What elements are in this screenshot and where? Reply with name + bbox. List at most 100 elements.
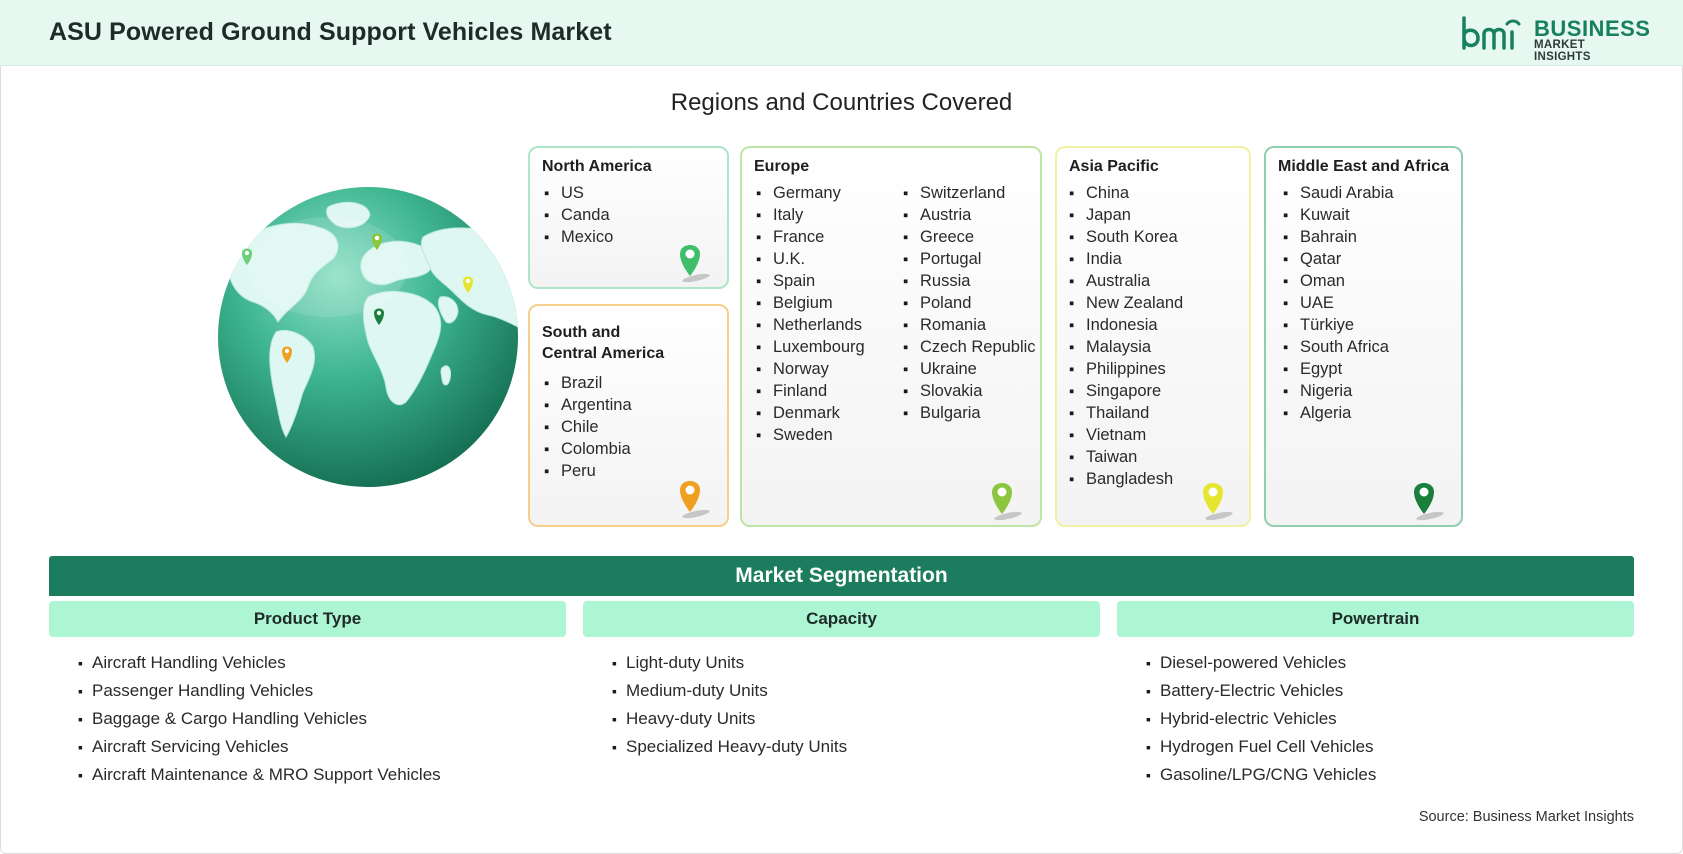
list-item: Diesel-powered Vehicles <box>1146 651 1376 679</box>
list-item: Philippines <box>1069 358 1183 380</box>
list-item: Aircraft Handling Vehicles <box>78 651 441 679</box>
logo-market-insights-text: MARKET INSIGHTS <box>1534 39 1591 63</box>
list-item: Portugal <box>903 248 1036 270</box>
list-item: Aircraft Maintenance & MRO Support Vehic… <box>78 763 441 791</box>
list-item: Vietnam <box>1069 424 1183 446</box>
region-title-europe: Europe <box>754 158 810 175</box>
list-item: Netherlands <box>756 314 865 336</box>
list-item: Colombia <box>544 438 632 460</box>
header: ASU Powered Ground Support Vehicles Mark… <box>0 0 1683 66</box>
list-item: Australia <box>1069 270 1183 292</box>
list-item: Kuwait <box>1283 204 1394 226</box>
segmentation-title: Market Segmentation <box>49 556 1634 596</box>
list-item: Heavy-duty Units <box>612 707 847 735</box>
list-item: China <box>1069 182 1183 204</box>
map-pin-icon <box>992 483 1022 521</box>
region-title-north-america: North America <box>542 158 652 175</box>
region-title-south-central-america: South and Central America <box>542 322 664 364</box>
list-item: India <box>1069 248 1183 270</box>
list-item: Gasoline/LPG/CNG Vehicles <box>1146 763 1376 791</box>
list-item: Switzerland <box>903 182 1036 204</box>
list-item: Greece <box>903 226 1036 248</box>
list-item: Italy <box>756 204 865 226</box>
segment-list-powertrain: Diesel-powered Vehicles Battery-Electric… <box>1146 651 1376 791</box>
region-title-line2: Central America <box>542 345 665 362</box>
map-pin-icon <box>680 481 710 519</box>
list-item: Mexico <box>544 226 613 248</box>
list-item: Qatar <box>1283 248 1394 270</box>
list-item: Brazil <box>544 372 632 394</box>
list-item: Russia <box>903 270 1036 292</box>
region-title-line1: South and <box>542 324 621 341</box>
globe-illustration <box>218 187 518 487</box>
list-item: France <box>756 226 865 248</box>
list-item: Czech Republic <box>903 336 1036 358</box>
list-item: Thailand <box>1069 402 1183 424</box>
map-pin-icon <box>1203 483 1233 521</box>
list-item: Battery-Electric Vehicles <box>1146 679 1376 707</box>
list-item: Indonesia <box>1069 314 1183 336</box>
map-pin-icon <box>680 245 710 283</box>
list-item: Malaysia <box>1069 336 1183 358</box>
country-list-north-america: US Canda Mexico <box>544 182 613 248</box>
list-item: UAE <box>1283 292 1394 314</box>
list-item: South Africa <box>1283 336 1394 358</box>
list-item: New Zealand <box>1069 292 1183 314</box>
list-item: Singapore <box>1069 380 1183 402</box>
region-card-europe: Europe Germany Italy France U.K. Spain B… <box>740 146 1042 527</box>
list-item: Hydrogen Fuel Cell Vehicles <box>1146 735 1376 763</box>
list-item: Austria <box>903 204 1036 226</box>
region-title-asia-pacific: Asia Pacific <box>1069 158 1159 175</box>
list-item: Peru <box>544 460 632 482</box>
list-item: Baggage & Cargo Handling Vehicles <box>78 707 441 735</box>
list-item: Luxembourg <box>756 336 865 358</box>
list-item: Medium-duty Units <box>612 679 847 707</box>
region-card-south-central-america: South and Central America Brazil Argenti… <box>528 304 729 527</box>
region-card-north-america: North America US Canda Mexico <box>528 146 729 289</box>
list-item: Spain <box>756 270 865 292</box>
list-item: South Korea <box>1069 226 1183 248</box>
list-item: Passenger Handling Vehicles <box>78 679 441 707</box>
list-item: Canda <box>544 204 613 226</box>
regions-title: Regions and Countries Covered <box>670 89 1013 116</box>
list-item: Ukraine <box>903 358 1036 380</box>
list-item: Finland <box>756 380 865 402</box>
list-item: Norway <box>756 358 865 380</box>
list-item: Taiwan <box>1069 446 1183 468</box>
list-item: Chile <box>544 416 632 438</box>
list-item: Light-duty Units <box>612 651 847 679</box>
map-pin-icon <box>1414 483 1444 521</box>
list-item: Belgium <box>756 292 865 314</box>
bmi-logo-mark-icon <box>1462 16 1521 50</box>
segment-heading-powertrain: Powertrain <box>1117 601 1634 637</box>
list-item: Slovakia <box>903 380 1036 402</box>
list-item: Algeria <box>1283 402 1394 424</box>
list-item: Türkiye <box>1283 314 1394 336</box>
bmi-logo: BUSINESS MARKET INSIGHTS <box>1460 14 1650 63</box>
country-list-europe-col1: Germany Italy France U.K. Spain Belgium … <box>756 182 865 446</box>
list-item: Germany <box>756 182 865 204</box>
list-item: Oman <box>1283 270 1394 292</box>
source-note: Source: Business Market Insights <box>1418 809 1634 825</box>
segment-heading-capacity: Capacity <box>583 601 1100 637</box>
region-title-middle-east-africa: Middle East and Africa <box>1278 158 1449 175</box>
country-list-south-central-america: Brazil Argentina Chile Colombia Peru <box>544 372 632 482</box>
segment-list-capacity: Light-duty Units Medium-duty Units Heavy… <box>612 651 847 763</box>
segment-list-product-type: Aircraft Handling Vehicles Passenger Han… <box>78 651 441 791</box>
list-item: Egypt <box>1283 358 1394 380</box>
list-item: Japan <box>1069 204 1183 226</box>
list-item: Sweden <box>756 424 865 446</box>
page-title: ASU Powered Ground Support Vehicles Mark… <box>49 18 612 46</box>
country-list-europe-col2: Switzerland Austria Greece Portugal Russ… <box>903 182 1036 424</box>
region-card-asia-pacific: Asia Pacific China Japan South Korea Ind… <box>1055 146 1251 527</box>
list-item: Argentina <box>544 394 632 416</box>
list-item: Hybrid-electric Vehicles <box>1146 707 1376 735</box>
list-item: US <box>544 182 613 204</box>
list-item: U.K. <box>756 248 865 270</box>
list-item: Bahrain <box>1283 226 1394 248</box>
country-list-asia-pacific: China Japan South Korea India Australia … <box>1069 182 1183 490</box>
list-item: Denmark <box>756 402 865 424</box>
list-item: Bulgaria <box>903 402 1036 424</box>
list-item: Bangladesh <box>1069 468 1183 490</box>
list-item: Nigeria <box>1283 380 1394 402</box>
